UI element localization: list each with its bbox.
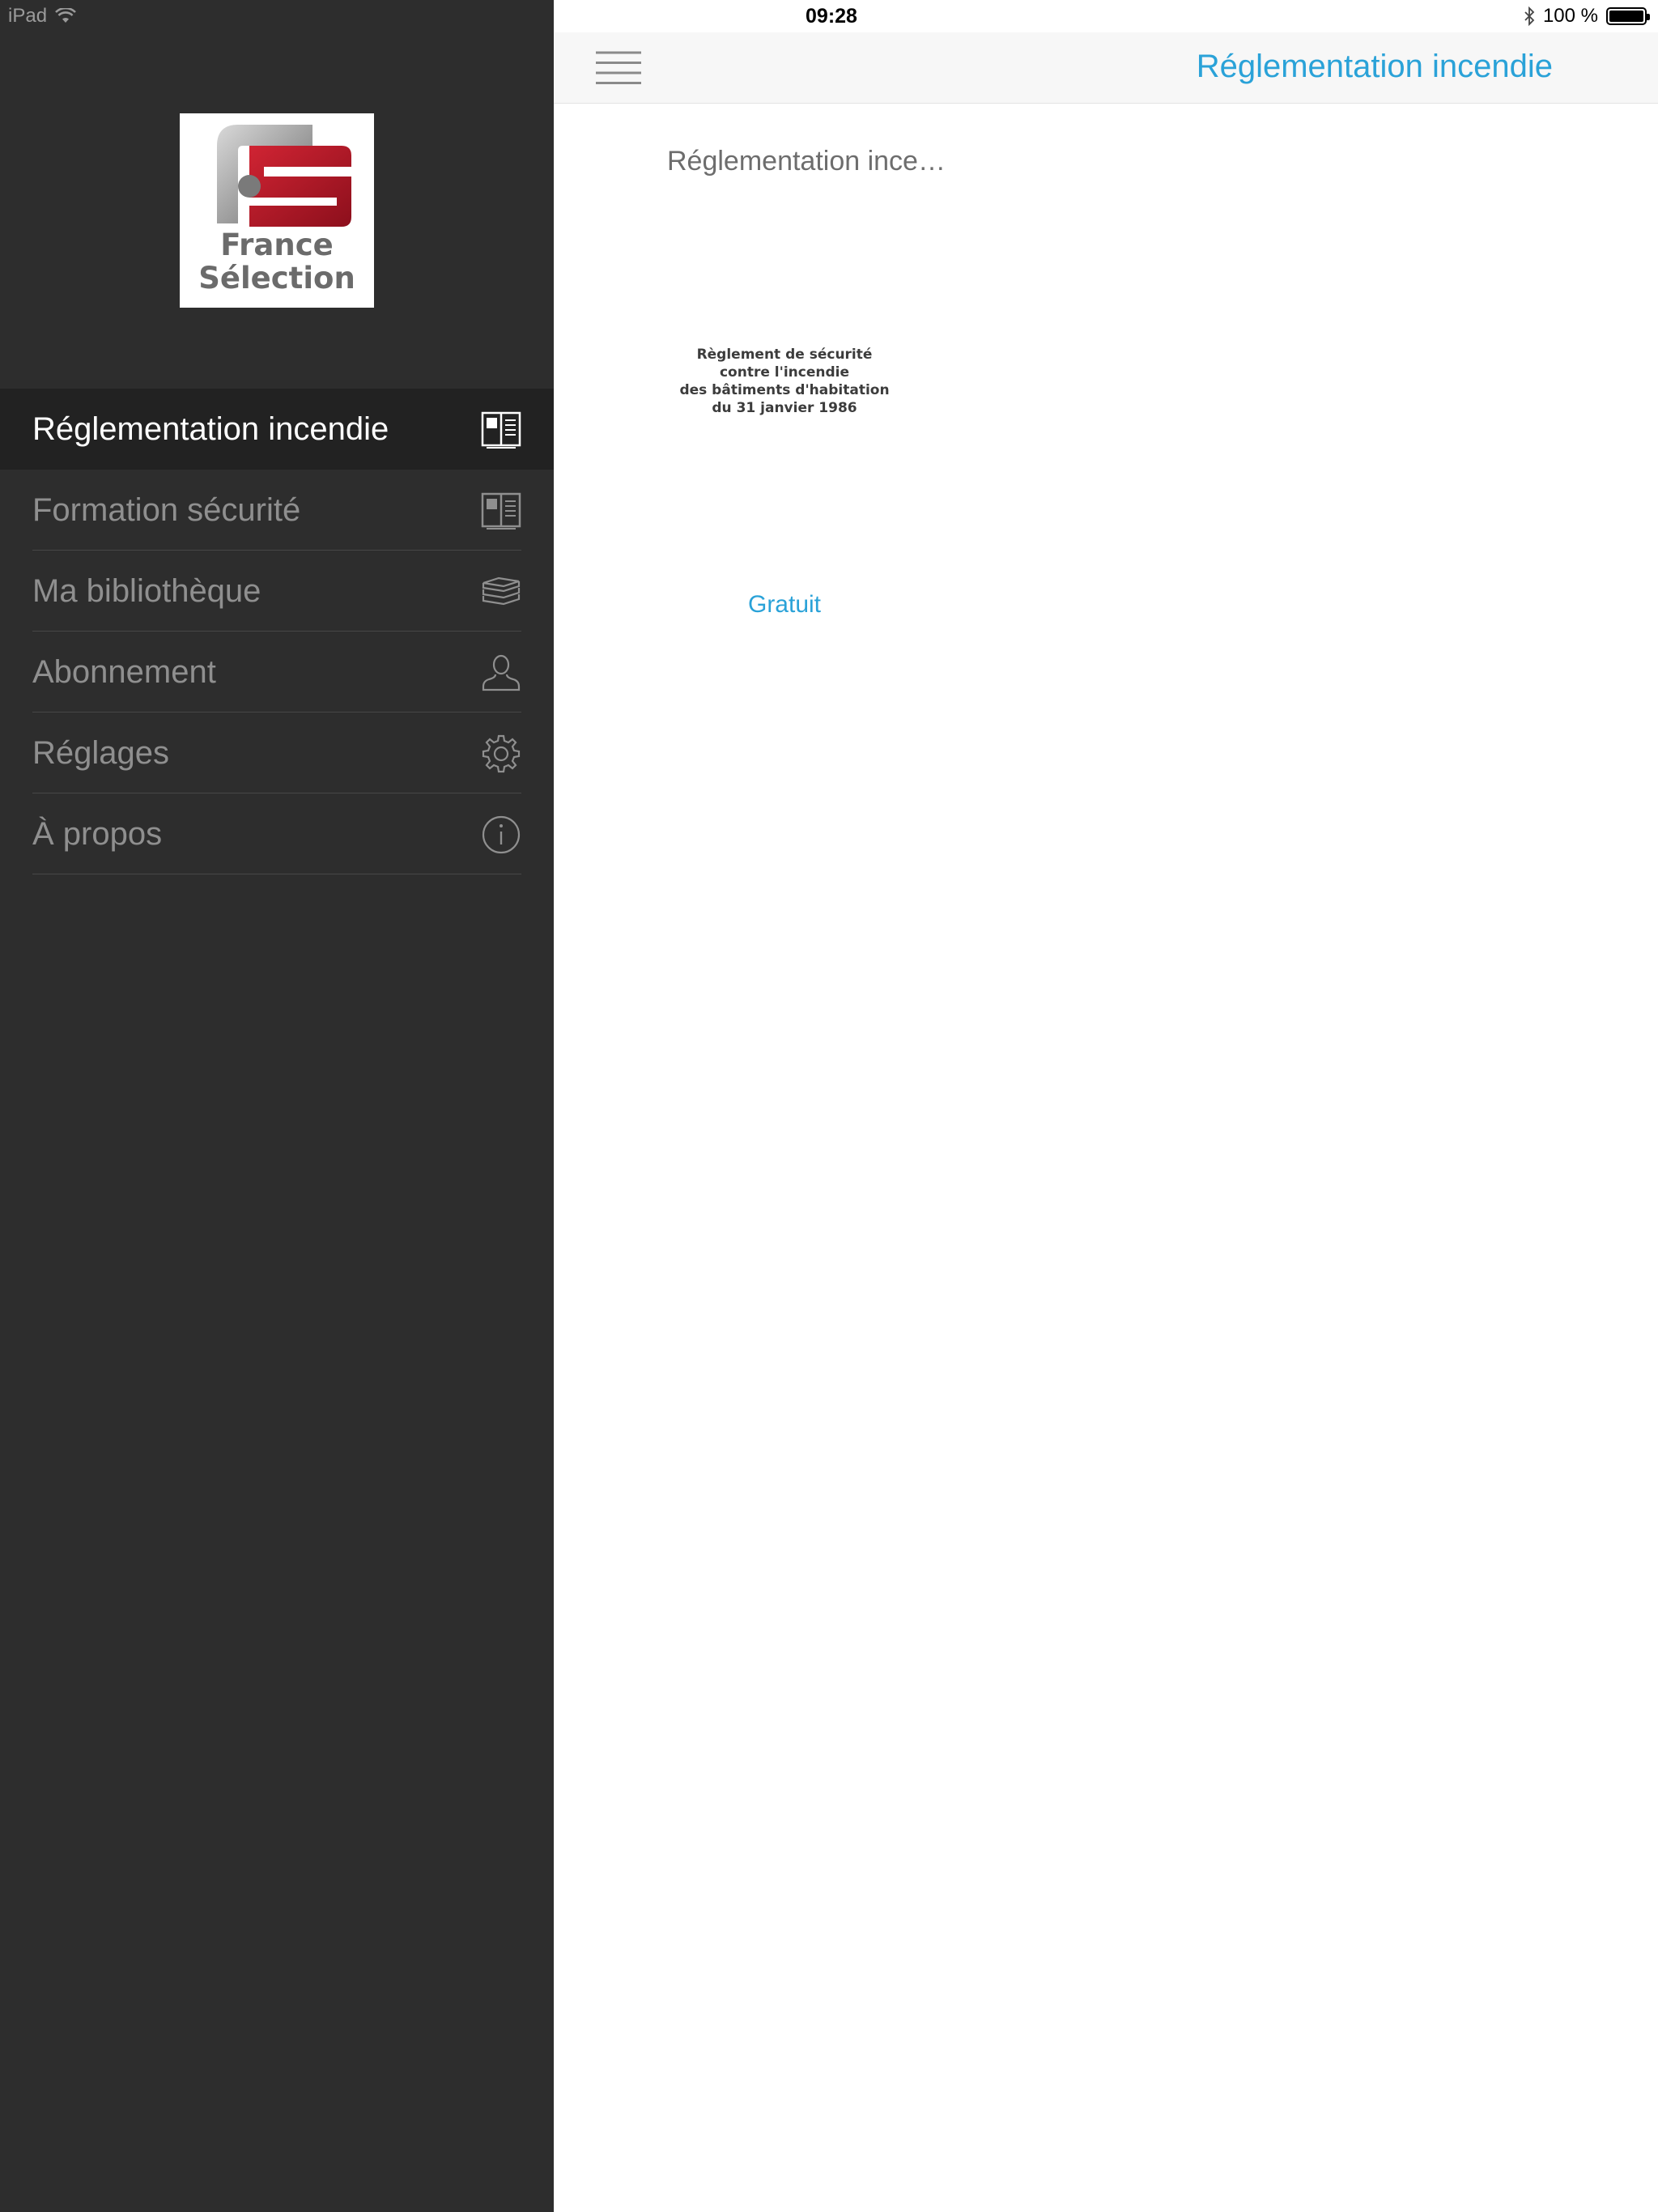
page-title: Réglementation incendie <box>1196 49 1553 84</box>
cover-line: contre l'incendie <box>719 364 849 381</box>
status-time: 09:28 <box>806 5 857 28</box>
sidebar-item-ma-bibliotheque[interactable]: Ma bibliothèque <box>0 551 554 632</box>
sidebar-item-label: Abonnement <box>32 653 216 690</box>
info-icon <box>482 815 521 854</box>
wifi-icon <box>55 8 76 23</box>
book-icon <box>481 411 521 449</box>
sidebar-item-reglages[interactable]: Réglages <box>0 713 554 793</box>
status-left: iPad <box>8 5 76 28</box>
hamburger-menu-button[interactable] <box>596 50 641 86</box>
book-card[interactable]: Réglementation ince… Règlement de sécuri… <box>667 146 946 618</box>
logo-line-1: France <box>220 228 334 262</box>
user-icon <box>482 654 521 691</box>
sidebar-item-label: Réglementation incendie <box>32 410 389 447</box>
sidebar-item-label: À propos <box>32 815 163 852</box>
sidebar-item-reglementation-incendie[interactable]: Réglementation incendie <box>0 389 554 470</box>
sidebar-item-abonnement[interactable]: Abonnement <box>0 632 554 713</box>
sidebar-item-label: Ma bibliothèque <box>32 572 261 609</box>
logo-line-2: Sélection <box>198 261 355 296</box>
bluetooth-icon <box>1524 6 1535 26</box>
sidebar-item-label: Formation sécurité <box>32 491 301 528</box>
cover-line: Règlement de sécurité <box>696 347 873 363</box>
gear-icon <box>482 734 521 773</box>
sidebar-item-a-propos[interactable]: À propos <box>0 793 554 874</box>
sidebar-item-label: Réglages <box>32 734 170 771</box>
battery-percent: 100 % <box>1542 5 1598 27</box>
book-title: Réglementation ince… <box>667 146 946 177</box>
stack-icon <box>482 576 521 606</box>
app-logo: France Sélection <box>180 113 374 308</box>
book-icon <box>481 492 521 530</box>
sidebar-menu: Réglementation incendie Formation sécuri… <box>0 389 554 874</box>
status-right: 100 % <box>1524 5 1650 28</box>
france-selection-logo-mark <box>217 125 351 227</box>
sidebar: France Sélection Réglementation incendie… <box>0 0 554 2212</box>
sidebar-item-formation-securite[interactable]: Formation sécurité <box>0 470 554 551</box>
battery-level <box>1609 11 1643 22</box>
cover-line: du 31 janvier 1986 <box>712 400 857 416</box>
nav-bar: Réglementation incendie <box>554 32 1658 104</box>
main-content: Réglementation incendie Réglementation i… <box>554 0 1658 2212</box>
cover-line: des bâtiments d'habitation <box>679 382 890 398</box>
price-button[interactable]: Gratuit <box>667 591 902 619</box>
book-cover[interactable]: Règlement de sécurité contre l'incendie … <box>667 346 902 417</box>
battery-icon <box>1606 7 1650 25</box>
status-bar: iPad 09:28 100 % <box>0 0 1658 32</box>
device-name: iPad <box>8 5 48 27</box>
